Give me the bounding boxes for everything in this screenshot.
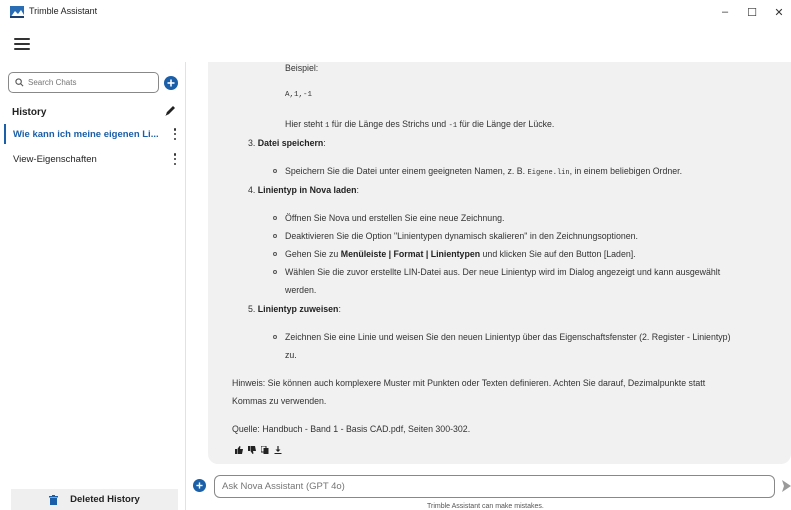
assistant-message: Beispiel: A,1,-1 Hier steht 1 für die Lä… — [208, 62, 791, 464]
more-options-icon[interactable] — [173, 153, 177, 165]
maximize-button[interactable]: ☐ — [740, 3, 764, 21]
message-text: Speichern Sie die Datei unter einem geei… — [285, 166, 683, 177]
code-example: A,1,-1 — [285, 91, 313, 99]
active-indicator — [4, 124, 6, 144]
sidebar: History Wie kann ich meine eigenen Li...… — [0, 62, 185, 510]
send-icon[interactable] — [782, 480, 791, 492]
history-item[interactable]: View-Eigenschaften — [0, 149, 185, 169]
plus-icon — [196, 482, 203, 489]
step-heading: 3. Datei speichern: — [248, 138, 326, 148]
step-heading: 4. Linientyp in Nova laden: — [248, 185, 359, 195]
thumbs-down-icon[interactable] — [248, 446, 256, 454]
message-text: Hinweis: Sie können auch komplexere Must… — [232, 378, 706, 388]
thumbs-up-icon[interactable] — [235, 446, 243, 454]
message-text: Gehen Sie zu Menüleiste | Format | Linie… — [285, 249, 636, 259]
bullet — [273, 252, 277, 256]
deleted-history-button[interactable]: Deleted History — [11, 489, 178, 510]
search-input[interactable] — [28, 78, 148, 87]
source-citation: Quelle: Handbuch - Band 1 - Basis CAD.pd… — [232, 424, 471, 434]
bullet — [273, 270, 277, 274]
window-title: Trimble Assistant — [29, 6, 98, 16]
attach-button[interactable] — [193, 479, 206, 492]
message-text: Deaktivieren Sie die Option "Linientypen… — [285, 231, 638, 241]
bullet — [273, 216, 277, 220]
sidebar-divider — [185, 62, 186, 510]
new-chat-button[interactable] — [164, 76, 178, 90]
message-text: Zeichnen Sie eine Linie und weisen Sie d… — [285, 332, 731, 342]
plus-icon — [167, 79, 175, 87]
message-text: Beispiel: — [285, 63, 319, 73]
history-item-label: Wie kann ich meine eigenen Li... — [13, 128, 159, 140]
search-icon — [15, 78, 24, 87]
pencil-icon[interactable] — [164, 105, 176, 117]
search-box[interactable] — [8, 72, 159, 93]
minimize-button[interactable]: – — [713, 3, 737, 21]
download-icon[interactable] — [274, 446, 282, 454]
chat-input[interactable] — [214, 475, 775, 498]
hamburger-menu-icon[interactable] — [14, 38, 30, 50]
message-text: zu. — [285, 350, 297, 360]
bullet — [273, 169, 277, 173]
close-button[interactable]: ✕ — [767, 3, 791, 21]
bullet — [273, 234, 277, 238]
message-text: Öffnen Sie Nova und erstellen Sie eine n… — [285, 213, 505, 223]
history-heading: History — [12, 107, 47, 118]
history-item-label: View-Eigenschaften — [13, 153, 97, 165]
copy-icon[interactable] — [261, 446, 269, 454]
step-heading: 5. Linientyp zuweisen: — [248, 304, 341, 314]
message-text: werden. — [285, 285, 317, 295]
message-text: Wählen Sie die zuvor erstellte LIN-Datei… — [285, 267, 721, 277]
deleted-history-label: Deleted History — [70, 494, 140, 505]
history-item[interactable]: Wie kann ich meine eigenen Li... — [0, 124, 185, 144]
message-text: Hier steht 1 für die Länge des Strichs u… — [285, 119, 555, 130]
message-text: Kommas zu verwenden. — [232, 396, 327, 406]
trash-icon — [49, 494, 59, 505]
feedback-bar — [235, 446, 282, 454]
app-logo-icon — [10, 6, 24, 18]
disclaimer-text: Trimble Assistant can make mistakes. — [427, 503, 544, 510]
bullet — [273, 335, 277, 339]
more-options-icon[interactable] — [173, 128, 177, 140]
title-bar: Trimble Assistant – ☐ ✕ — [0, 0, 791, 24]
